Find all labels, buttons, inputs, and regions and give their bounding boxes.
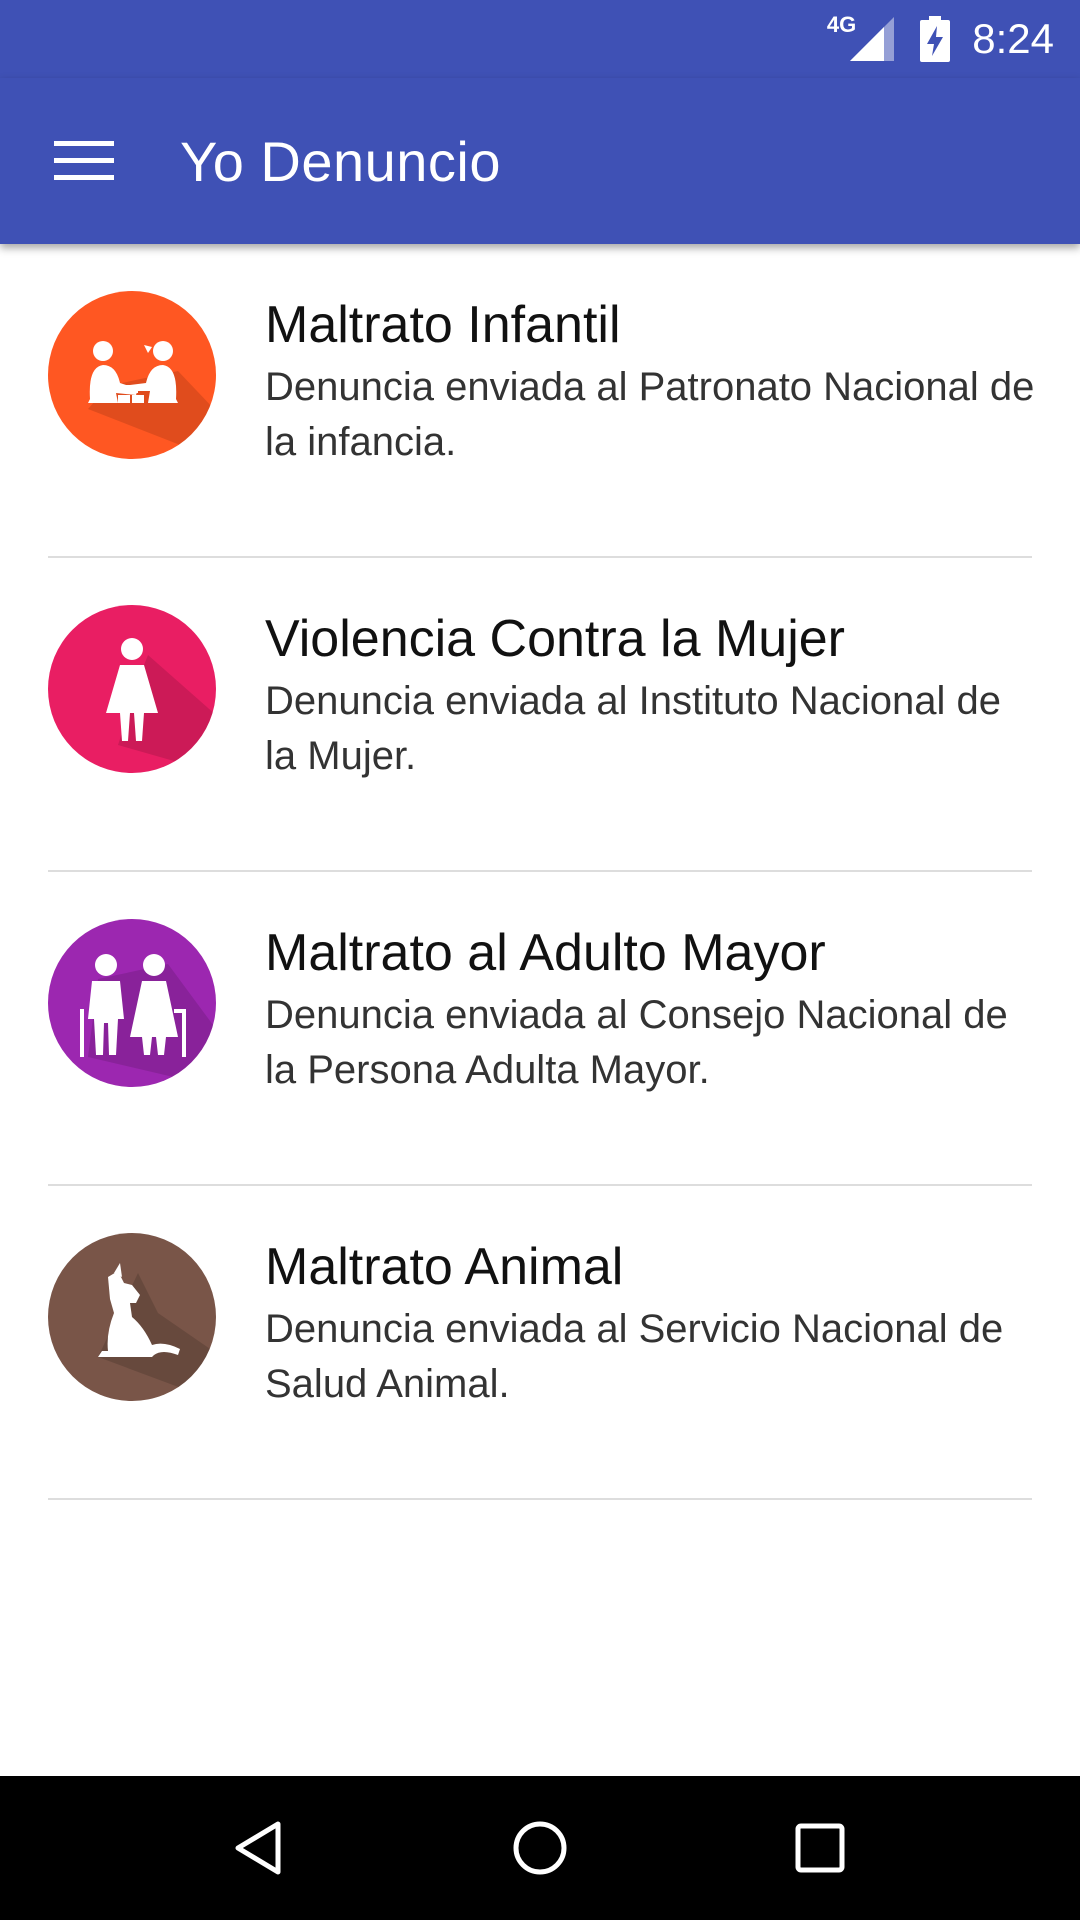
- item-title: Violencia Contra la Mujer: [265, 610, 845, 668]
- icon-circle: [48, 605, 216, 773]
- text-block: Maltrato Infantil Denuncia enviada al Pa…: [265, 294, 1040, 470]
- navigation-bar: [0, 1776, 1080, 1920]
- report-item-elder-abuse[interactable]: Maltrato al Adulto Mayor Denuncia enviad…: [0, 872, 1080, 1186]
- dog-icon: [98, 1263, 216, 1401]
- recents-button[interactable]: [770, 1798, 870, 1898]
- report-item-violence-women[interactable]: Violencia Contra la Mujer Denuncia envia…: [0, 558, 1080, 872]
- network-type-label: 4G: [826, 12, 857, 37]
- item-description: Denuncia enviada al Instituto Nacional d…: [265, 679, 1002, 778]
- children-playing-icon: [88, 341, 216, 459]
- elderly-couple-icon: [80, 954, 216, 1087]
- item-title: Maltrato Animal: [265, 1238, 624, 1296]
- screen: 4G 8:24 Yo Denuncio Maltrato Infantil De…: [0, 0, 1080, 1920]
- icon-circle: [48, 1233, 216, 1401]
- report-list: Maltrato Infantil Denuncia enviada al Pa…: [0, 244, 1080, 1500]
- report-item-animal-abuse[interactable]: Maltrato Animal Denuncia enviada al Serv…: [0, 1186, 1080, 1500]
- divider: [48, 1498, 1032, 1500]
- item-title: Maltrato Infantil: [265, 296, 621, 354]
- menu-icon: [54, 141, 114, 180]
- recents-icon: [795, 1823, 845, 1873]
- item-description: Denuncia enviada al Consejo Nacional de …: [265, 993, 1008, 1092]
- signal-icon: [850, 17, 895, 61]
- text-block: Maltrato al Adulto Mayor Denuncia enviad…: [265, 922, 1040, 1098]
- icon-circle: [48, 291, 216, 459]
- back-icon: [235, 1821, 281, 1875]
- clock: 8:24: [972, 15, 1054, 62]
- battery-charging-icon: [920, 16, 951, 62]
- item-description: Denuncia enviada al Patronato Nacional d…: [265, 365, 1035, 464]
- status-bar: 4G 8:24: [0, 0, 1080, 78]
- home-button[interactable]: [490, 1798, 590, 1898]
- text-block: Violencia Contra la Mujer Denuncia envia…: [265, 608, 1040, 784]
- item-title: Maltrato al Adulto Mayor: [265, 924, 826, 982]
- text-block: Maltrato Animal Denuncia enviada al Serv…: [265, 1236, 1040, 1412]
- back-button[interactable]: [210, 1798, 310, 1898]
- app-bar: Yo Denuncio: [0, 78, 1080, 244]
- woman-icon: [106, 638, 216, 773]
- item-description: Denuncia enviada al Servicio Nacional de…: [265, 1307, 1004, 1406]
- icon-circle: [48, 919, 216, 1087]
- app-title: Yo Denuncio: [180, 129, 502, 193]
- menu-button[interactable]: [30, 107, 138, 215]
- home-icon: [513, 1821, 567, 1875]
- report-item-child-abuse[interactable]: Maltrato Infantil Denuncia enviada al Pa…: [0, 244, 1080, 558]
